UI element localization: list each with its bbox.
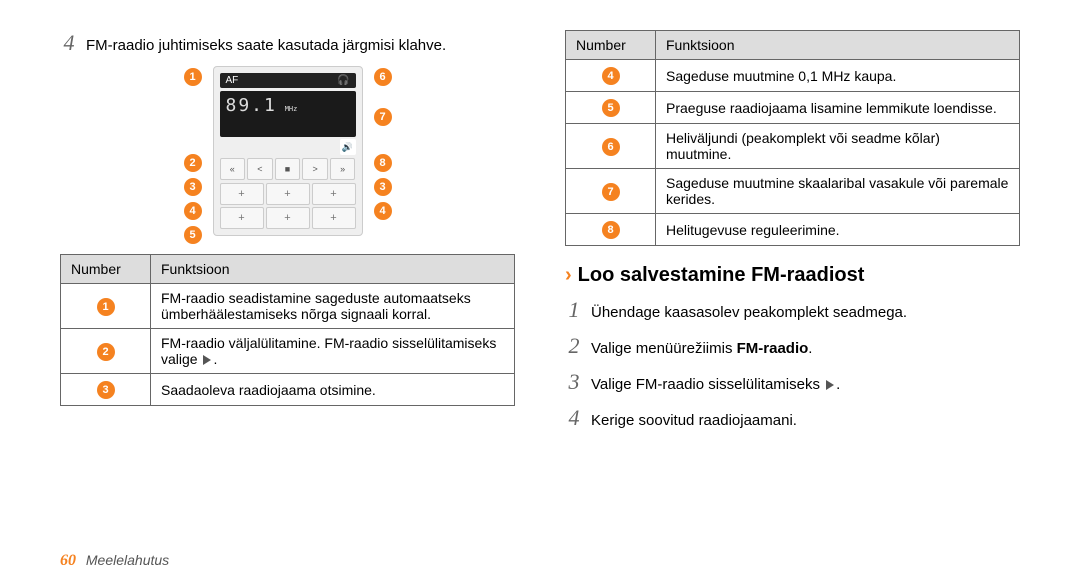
row-function: Praeguse raadiojaama lisamine lemmikute … — [656, 92, 1020, 124]
preset-slot: + — [266, 207, 310, 229]
callout-8: 8 — [374, 154, 392, 172]
callout-2: 2 — [184, 154, 202, 172]
callout-6: 6 — [374, 68, 392, 86]
radio-device: AF 🎧 89.1 MHz 🔊 « < ■ > — [213, 66, 363, 236]
volume-icon: 🔊 — [340, 139, 356, 155]
row-function: Heliväljundi (peakomplekt või seadme kõl… — [656, 124, 1020, 169]
play-icon — [826, 380, 834, 390]
radio-controls: « < ■ > » — [220, 158, 356, 180]
step-2: 2 Valige menüürežiimis FM-raadio. — [565, 333, 1020, 359]
radio-illustration: 1 2 3 4 5 6 7 8 3 4 AF 🎧 89.1 — [188, 66, 388, 236]
table-row: 3 Saadaoleva raadiojaama otsimine. — [61, 374, 515, 406]
row-function: FM-raadio seadistamine sageduste automaa… — [151, 284, 515, 329]
callout-4-right: 4 — [374, 202, 392, 220]
radio-display: 89.1 MHz — [220, 91, 356, 137]
table-row: 5 Praeguse raadiojaama lisamine lemmikut… — [566, 92, 1020, 124]
radio-presets: + + + + + + — [220, 183, 356, 229]
callout-4-left: 4 — [184, 202, 202, 220]
seek-next-button: > — [302, 158, 328, 180]
step-number: 4 — [60, 30, 78, 56]
row-number-badge: 7 — [602, 183, 620, 201]
right-column: Number Funktsioon 4 Sageduse muutmine 0,… — [565, 30, 1020, 441]
radio-volume-row: 🔊 — [220, 139, 356, 155]
row-number-badge: 3 — [97, 381, 115, 399]
callout-7: 7 — [374, 108, 392, 126]
row-number-badge: 4 — [602, 67, 620, 85]
col-header-number: Number — [61, 255, 151, 284]
row-number-badge: 6 — [602, 138, 620, 156]
col-header-number: Number — [566, 31, 656, 60]
page-number: 60 — [60, 552, 76, 569]
step-text: Valige FM-raadio sisselülitamiseks . — [591, 375, 1020, 395]
seek-next-far-button: » — [330, 158, 356, 180]
stop-button: ■ — [275, 158, 301, 180]
row-function: FM-raadio väljalülitamine. FM-raadio sis… — [151, 329, 515, 374]
page-footer: 60 Meelelahutus — [60, 552, 169, 570]
radio-top-bar: AF 🎧 — [220, 73, 356, 88]
preset-slot: + — [266, 183, 310, 205]
preset-slot: + — [312, 207, 356, 229]
step-4b: 4 Kerige soovitud raadiojaamani. — [565, 405, 1020, 431]
mhz-label: MHz — [285, 105, 298, 113]
step-3: 3 Valige FM-raadio sisselülitamiseks . — [565, 369, 1020, 395]
table-row: 6 Heliväljundi (peakomplekt või seadme k… — [566, 124, 1020, 169]
col-header-function: Funktsioon — [656, 31, 1020, 60]
row-number-badge: 1 — [97, 298, 115, 316]
preset-slot: + — [220, 183, 264, 205]
manual-page: 4 FM-raadio juhtimiseks saate kasutada j… — [0, 0, 1080, 586]
step-text: FM-raadio juhtimiseks saate kasutada jär… — [86, 36, 515, 56]
section-title: Loo salvestamine FM-raadiost — [578, 264, 865, 287]
function-table-left: Number Funktsioon 1 FM-raadio seadistami… — [60, 254, 515, 406]
section-name: Meelelahutus — [86, 552, 169, 568]
callout-5: 5 — [184, 226, 202, 244]
step-number: 3 — [565, 369, 583, 395]
row-function: Saadaoleva raadiojaama otsimine. — [151, 374, 515, 406]
callout-3-left: 3 — [184, 178, 202, 196]
preset-slot: + — [220, 207, 264, 229]
function-table-right: Number Funktsioon 4 Sageduse muutmine 0,… — [565, 30, 1020, 246]
table-row: 8 Helitugevuse reguleerimine. — [566, 214, 1020, 246]
step-1: 1 Ühendage kaasasolev peakomplekt seadme… — [565, 297, 1020, 323]
col-header-function: Funktsioon — [151, 255, 515, 284]
seek-prev-far-button: « — [220, 158, 246, 180]
af-label: AF — [226, 75, 239, 86]
two-column-layout: 4 FM-raadio juhtimiseks saate kasutada j… — [60, 30, 1020, 441]
table-row: 7 Sageduse muutmine skaalaribal vasakule… — [566, 169, 1020, 214]
step-number: 2 — [565, 333, 583, 359]
callout-3-right: 3 — [374, 178, 392, 196]
left-column: 4 FM-raadio juhtimiseks saate kasutada j… — [60, 30, 515, 441]
row-number-badge: 2 — [97, 343, 115, 361]
step-number: 1 — [565, 297, 583, 323]
radio-frequency: 89.1 — [226, 95, 277, 116]
headphone-icon: 🎧 — [337, 75, 349, 86]
chevron-right-icon: › — [565, 264, 572, 287]
row-number-badge: 8 — [602, 221, 620, 239]
play-icon — [203, 355, 211, 365]
row-number-badge: 5 — [602, 99, 620, 117]
row-function: Sageduse muutmine skaalaribal vasakule v… — [656, 169, 1020, 214]
step-4: 4 FM-raadio juhtimiseks saate kasutada j… — [60, 30, 515, 56]
step-text: Ühendage kaasasolev peakomplekt seadmega… — [591, 303, 1020, 323]
preset-slot: + — [312, 183, 356, 205]
table-row: 2 FM-raadio väljalülitamine. FM-raadio s… — [61, 329, 515, 374]
section-heading: › Loo salvestamine FM-raadiost — [565, 264, 1020, 287]
row-function: Sageduse muutmine 0,1 MHz kaupa. — [656, 60, 1020, 92]
seek-prev-button: < — [247, 158, 273, 180]
table-row: 4 Sageduse muutmine 0,1 MHz kaupa. — [566, 60, 1020, 92]
step-text: Kerige soovitud raadiojaamani. — [591, 411, 1020, 431]
table-row: 1 FM-raadio seadistamine sageduste autom… — [61, 284, 515, 329]
step-number: 4 — [565, 405, 583, 431]
row-function: Helitugevuse reguleerimine. — [656, 214, 1020, 246]
callout-1: 1 — [184, 68, 202, 86]
step-text: Valige menüürežiimis FM-raadio. — [591, 339, 1020, 359]
